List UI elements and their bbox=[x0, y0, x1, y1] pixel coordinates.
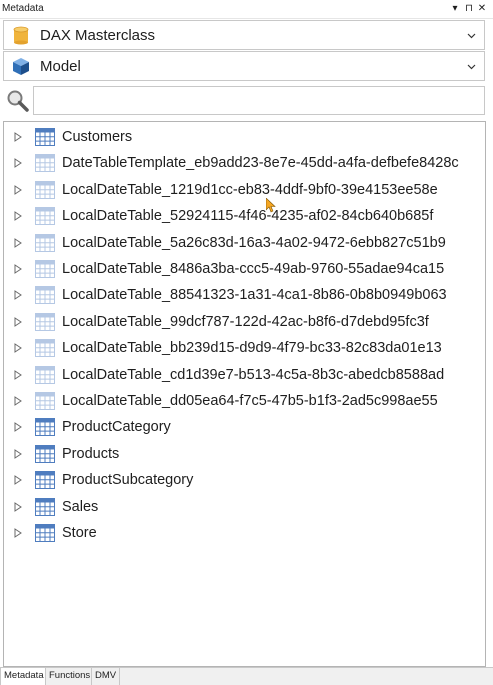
table-icon bbox=[35, 444, 55, 463]
expand-arrow-icon[interactable] bbox=[14, 290, 22, 301]
search-input[interactable] bbox=[33, 86, 485, 115]
expand-arrow-icon[interactable] bbox=[14, 316, 22, 327]
tree-item[interactable]: LocalDateTable_bb239d15-d9d9-4f79-bc33-8… bbox=[4, 335, 485, 361]
tree-item-label: LocalDateTable_dd05ea64-f7c5-47b5-b1f3-2… bbox=[62, 393, 438, 409]
table-icon bbox=[35, 260, 55, 278]
tree-item-label: LocalDateTable_1219d1cc-eb83-4ddf-9bf0-3… bbox=[62, 181, 438, 198]
expand-arrow-icon[interactable] bbox=[14, 422, 22, 433]
tab-functions[interactable]: Functions bbox=[46, 668, 92, 685]
tab-dmv[interactable]: DMV bbox=[92, 668, 120, 685]
tree-item-label: LocalDateTable_99dcf787-122d-42ac-b8f6-d… bbox=[62, 313, 429, 330]
table-icon bbox=[35, 207, 55, 226]
panel-title-bar: Metadata ▾ ⊓ ✕ bbox=[0, 0, 493, 19]
cube-icon bbox=[13, 58, 29, 75]
tree-item[interactable]: ProductSubcategory bbox=[4, 467, 485, 493]
expand-arrow-icon[interactable] bbox=[14, 158, 22, 169]
bottom-tab-strip: Metadata Functions DMV bbox=[0, 667, 493, 685]
expand-arrow-icon[interactable] bbox=[14, 448, 22, 459]
tree-item[interactable]: ProductCategory bbox=[4, 414, 485, 440]
tree-item-label: ProductCategory bbox=[62, 419, 171, 436]
tree-item-label: LocalDateTable_8486a3ba-ccc5-49ab-9760-5… bbox=[62, 261, 445, 277]
chevron-down-icon[interactable] bbox=[467, 62, 476, 71]
tree-item-label: LocalDateTable_bb239d15-d9d9-4f79-bc33-8… bbox=[62, 340, 442, 357]
tree-item-label: Sales bbox=[62, 498, 99, 515]
metadata-tree[interactable]: Customers DateTableTemplate_eb9add23-8e7e… bbox=[3, 121, 486, 667]
expand-arrow-icon[interactable] bbox=[14, 264, 22, 274]
tree-item-label: Store bbox=[62, 525, 97, 541]
tree-item[interactable]: Products bbox=[4, 441, 485, 467]
expand-arrow-icon[interactable] bbox=[14, 237, 22, 248]
tree-item[interactable]: LocalDateTable_cd1d39e7-b513-4c5a-8b3c-a… bbox=[4, 362, 485, 388]
table-icon bbox=[35, 392, 55, 410]
close-icon[interactable]: ✕ bbox=[476, 2, 488, 16]
tree-item[interactable]: LocalDateTable_88541323-1a31-4ca1-8b86-0… bbox=[4, 282, 485, 308]
tree-item[interactable]: LocalDateTable_5a26c83d-16a3-4a02-9472-6… bbox=[4, 230, 485, 256]
expand-arrow-icon[interactable] bbox=[14, 396, 22, 406]
database-selector-value: DAX Masterclass bbox=[40, 27, 156, 44]
database-icon bbox=[13, 26, 29, 45]
table-icon bbox=[35, 233, 55, 252]
model-selector[interactable]: Model bbox=[3, 51, 485, 81]
tree-item[interactable]: DateTableTemplate_eb9add23-8e7e-45dd-a4f… bbox=[4, 150, 485, 176]
tree-item[interactable]: Store bbox=[4, 520, 485, 546]
table-icon bbox=[35, 471, 55, 490]
expand-arrow-icon[interactable] bbox=[14, 211, 22, 222]
tree-item[interactable]: LocalDateTable_52924115-4f46-4235-af02-8… bbox=[4, 203, 485, 229]
tree-item-label: Products bbox=[62, 445, 120, 462]
tree-item-label: LocalDateTable_cd1d39e7-b513-4c5a-8b3c-a… bbox=[62, 366, 445, 383]
expand-arrow-icon[interactable] bbox=[14, 369, 22, 380]
tree-item[interactable]: LocalDateTable_dd05ea64-f7c5-47b5-b1f3-2… bbox=[4, 388, 485, 414]
table-icon bbox=[35, 180, 55, 199]
tree-item[interactable]: Sales bbox=[4, 494, 485, 520]
panel-title: Metadata bbox=[2, 3, 44, 14]
table-icon bbox=[35, 524, 55, 542]
tree-item[interactable]: LocalDateTable_1219d1cc-eb83-4ddf-9bf0-3… bbox=[4, 177, 485, 203]
tree-item-label: Customers bbox=[62, 129, 133, 145]
table-icon bbox=[35, 154, 55, 173]
table-icon bbox=[35, 497, 55, 516]
expand-arrow-icon[interactable] bbox=[14, 475, 22, 486]
expand-arrow-icon[interactable] bbox=[14, 343, 22, 354]
expand-arrow-icon[interactable] bbox=[14, 184, 22, 195]
expand-arrow-icon[interactable] bbox=[14, 528, 22, 538]
table-icon bbox=[35, 286, 55, 305]
table-icon bbox=[35, 312, 55, 331]
model-selector-value: Model bbox=[40, 58, 81, 75]
tree-item-label: LocalDateTable_5a26c83d-16a3-4a02-9472-6… bbox=[62, 234, 446, 251]
tree-item[interactable]: LocalDateTable_8486a3ba-ccc5-49ab-9760-5… bbox=[4, 256, 485, 282]
table-icon bbox=[35, 418, 55, 437]
tree-item-label: ProductSubcategory bbox=[62, 472, 194, 489]
chevron-down-icon[interactable] bbox=[467, 31, 476, 40]
tree-item-label: LocalDateTable_88541323-1a31-4ca1-8b86-0… bbox=[62, 287, 447, 304]
tab-metadata[interactable]: Metadata bbox=[0, 668, 46, 685]
tree-item[interactable]: LocalDateTable_99dcf787-122d-42ac-b8f6-d… bbox=[4, 309, 485, 335]
search-icon bbox=[7, 90, 29, 112]
table-icon bbox=[35, 365, 55, 384]
tree-item-label: DateTableTemplate_eb9add23-8e7e-45dd-a4f… bbox=[62, 155, 459, 172]
table-icon bbox=[35, 339, 55, 358]
tree-item[interactable]: Customers bbox=[4, 124, 485, 150]
table-icon bbox=[35, 128, 55, 146]
pin-icon[interactable]: ⊓ bbox=[463, 2, 475, 16]
expand-arrow-icon[interactable] bbox=[14, 132, 22, 142]
expand-arrow-icon[interactable] bbox=[14, 501, 22, 512]
panel-menu-dropdown-icon[interactable]: ▾ bbox=[449, 2, 461, 16]
tree-item-label: LocalDateTable_52924115-4f46-4235-af02-8… bbox=[62, 208, 434, 225]
database-selector[interactable]: DAX Masterclass bbox=[3, 20, 485, 50]
